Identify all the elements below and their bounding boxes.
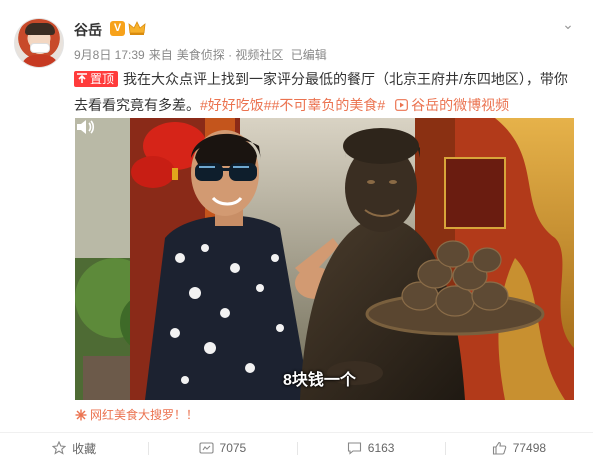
avatar[interactable] <box>14 18 64 68</box>
star-icon <box>52 441 67 455</box>
pinned-badge: 置顶 <box>74 71 119 87</box>
favorite-label: 收藏 <box>72 441 97 456</box>
pin-icon <box>77 73 87 83</box>
repost-count: 7075 <box>219 441 247 455</box>
from-prefix: 来自 <box>148 48 173 62</box>
video-subtitle: 8块钱一个 <box>283 372 356 389</box>
video-player[interactable]: 8块钱一个 <box>75 118 574 400</box>
hashtag-0[interactable]: #好好吃饭# <box>200 97 272 113</box>
video-link-label: 谷岳的微博视频 <box>411 97 510 113</box>
post-text: 置顶 我在大众点评上找到一家评分最低的餐厅（北京王府井/东四地区），带你去看看究竟… <box>74 66 579 118</box>
hashtag-1[interactable]: #不可辜负的美食# <box>272 97 386 113</box>
post-time[interactable]: 9月8日 17:39 <box>74 48 145 62</box>
repost-icon <box>198 442 214 454</box>
video-play-icon <box>395 99 409 111</box>
username[interactable]: 谷岳 <box>74 20 102 40</box>
comment-button[interactable]: 6163 <box>296 433 445 463</box>
comment-count: 6163 <box>367 441 395 455</box>
avatar-body <box>21 55 59 67</box>
avatar-hat <box>25 23 55 35</box>
source-tag[interactable]: 网红美食大搜罗！！ <box>75 406 198 423</box>
like-count: 77498 <box>512 441 547 455</box>
chevron-down-icon[interactable]: ⌄ <box>561 17 575 32</box>
avatar-mask <box>30 43 50 53</box>
source-tag-label: 网红美食大搜罗！！ <box>90 408 199 422</box>
action-bar: 收藏 7075 6163 77498 <box>0 432 593 463</box>
weibo-post-card: 谷岳 V ⌄ 9月8日 17:39 来自 美食侦探 · 视频社区 已编辑 置顶 我在大… <box>0 0 593 463</box>
favorite-button[interactable]: 收藏 <box>0 433 148 463</box>
comment-icon <box>347 442 361 455</box>
volume-icon[interactable] <box>75 118 95 136</box>
pinned-label: 置顶 <box>90 72 115 86</box>
video-frame <box>75 118 574 400</box>
post-source[interactable]: 美食侦探 · 视频社区 <box>177 48 284 62</box>
like-button[interactable]: 77498 <box>444 433 593 463</box>
repost-button[interactable]: 7075 <box>148 433 296 463</box>
edited-label[interactable]: 已编辑 <box>291 48 327 62</box>
post-meta: 9月8日 17:39 来自 美食侦探 · 视频社区 已编辑 <box>74 46 331 63</box>
crown-icon <box>128 21 146 35</box>
verified-badge-icon: V <box>110 21 125 36</box>
thumbs-up-icon <box>492 441 506 455</box>
video-link[interactable]: 谷岳的微博视频 <box>385 97 509 113</box>
sparkle-icon <box>75 409 87 421</box>
